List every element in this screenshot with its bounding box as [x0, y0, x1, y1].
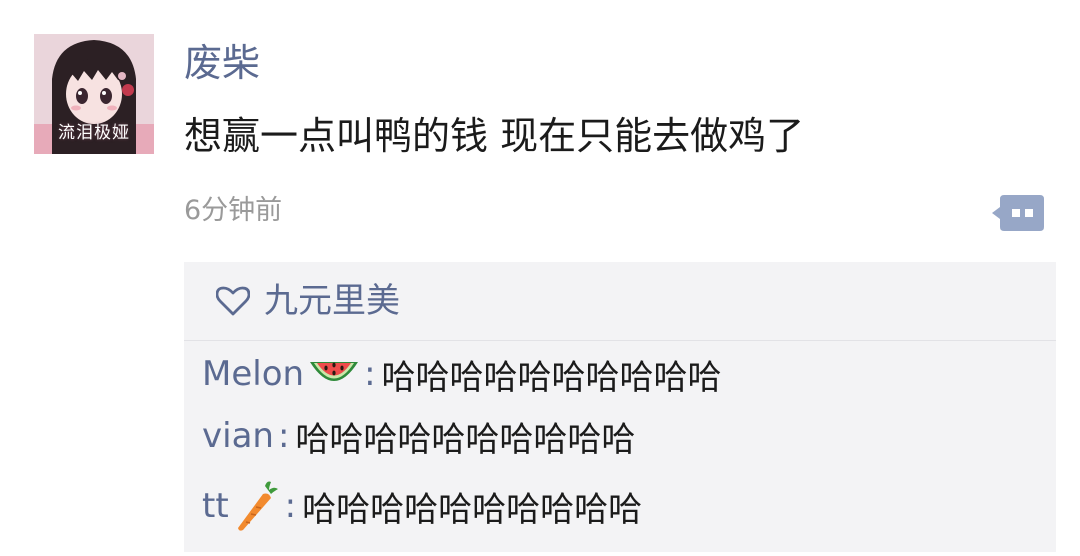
- comment-separator: :: [277, 416, 290, 456]
- comment-dots-icon: [992, 195, 1044, 231]
- commenter-name[interactable]: Melon: [202, 354, 304, 394]
- avatar-caption: 流泪极娅: [58, 123, 130, 143]
- comment-separator: :: [364, 354, 376, 394]
- carrot-icon: [237, 481, 278, 531]
- post-timestamp: 6分钟前: [184, 195, 283, 226]
- comment-text: 哈哈哈哈哈哈哈哈哈哈: [295, 419, 636, 460]
- comment-text: 哈哈哈哈哈哈哈哈哈哈: [381, 357, 722, 398]
- commenter-name[interactable]: tt: [202, 486, 229, 526]
- heart-icon: [216, 286, 250, 316]
- avatar[interactable]: 流泪极娅: [34, 34, 154, 154]
- divider: [184, 340, 1056, 341]
- comment-panel: 九元里美 Melon : 哈哈哈哈哈哈哈哈哈哈 vian : 哈哈哈哈哈哈哈哈哈…: [184, 262, 1056, 552]
- comment-item[interactable]: tt : 哈哈哈哈哈哈哈哈哈哈: [202, 478, 642, 534]
- comment-separator: :: [284, 486, 297, 526]
- comment-item[interactable]: vian : 哈哈哈哈哈哈哈哈哈哈: [202, 408, 635, 464]
- commenter-name[interactable]: vian: [202, 416, 274, 456]
- likes-row: 九元里美: [216, 276, 400, 326]
- comment-text: 哈哈哈哈哈哈哈哈哈哈: [302, 489, 643, 530]
- post-author-name[interactable]: 废柴: [184, 38, 260, 88]
- watermelon-icon: [310, 362, 359, 381]
- post-text: 想赢一点叫鸭的钱 现在只能去做鸡了: [184, 114, 805, 158]
- liker-name[interactable]: 九元里美: [264, 278, 400, 324]
- comment-action-button[interactable]: [992, 195, 1044, 231]
- comment-item[interactable]: Melon : 哈哈哈哈哈哈哈哈哈哈: [202, 346, 722, 402]
